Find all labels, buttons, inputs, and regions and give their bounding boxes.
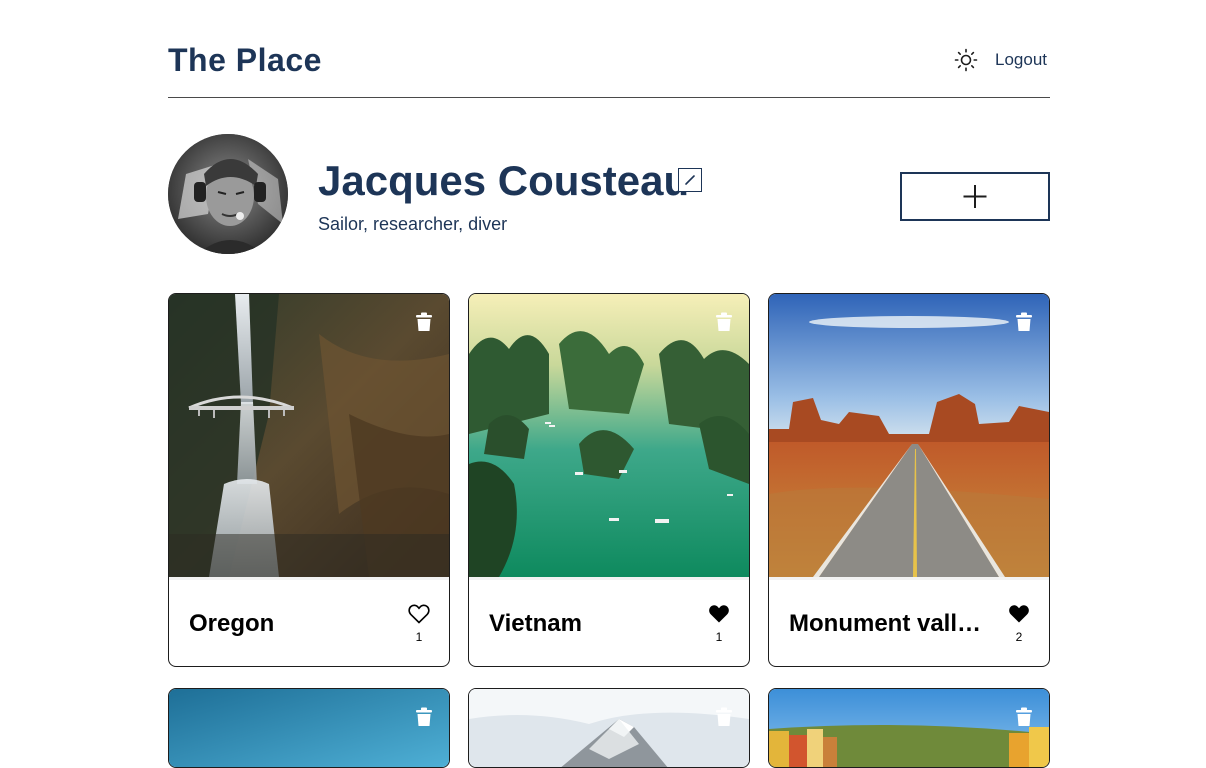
trash-icon[interactable] (415, 707, 433, 727)
pencil-icon (685, 175, 695, 185)
place-image[interactable] (169, 689, 449, 768)
place-image[interactable] (769, 689, 1049, 768)
heart-outline-icon[interactable] (408, 604, 430, 624)
like-count: 1 (415, 630, 423, 644)
sun-icon (954, 48, 978, 72)
like-count: 2 (1015, 630, 1023, 644)
header: The Place Logout (168, 0, 1050, 98)
logo[interactable]: The Place (168, 40, 322, 80)
card-footer: Monument valley, Utah 2 (769, 577, 1049, 666)
place-image[interactable] (769, 294, 1049, 577)
trash-icon[interactable] (415, 312, 433, 332)
trash-icon[interactable] (1015, 312, 1033, 332)
place-card (168, 688, 450, 768)
logout-link[interactable]: Logout (995, 49, 1047, 71)
trash-icon[interactable] (715, 312, 733, 332)
profile-name: Jacques Cousteau (318, 157, 690, 204)
place-image[interactable] (169, 294, 449, 577)
profile-section: Jacques Cousteau Sailor, researcher, div… (168, 98, 1050, 294)
like-count: 1 (715, 630, 723, 644)
place-card: Oregon 1 (168, 293, 450, 667)
page: The Place Logout Jacques Cousteau Sailor… (168, 0, 1050, 768)
edit-profile-button[interactable] (678, 168, 702, 192)
place-card: Vietnam 1 (468, 293, 750, 667)
theme-toggle-button[interactable] (954, 48, 978, 72)
avatar[interactable] (168, 134, 288, 254)
heart-filled-icon[interactable] (1008, 604, 1030, 624)
place-title: Vietnam (489, 610, 582, 637)
trash-icon[interactable] (715, 707, 733, 727)
place-card: Monument valley, Utah 2 (768, 293, 1050, 667)
place-card (768, 688, 1050, 768)
place-image[interactable] (469, 689, 749, 768)
profile-about: Sailor, researcher, diver (318, 214, 508, 234)
heart-filled-icon[interactable] (708, 604, 730, 624)
plus-icon (963, 185, 987, 208)
trash-icon[interactable] (1015, 707, 1033, 727)
avatar-image (168, 134, 288, 254)
place-title: Monument valley, Utah (789, 610, 989, 637)
place-card (468, 688, 750, 768)
card-footer: Oregon 1 (169, 577, 449, 666)
place-title: Oregon (189, 610, 275, 637)
place-image[interactable] (469, 294, 749, 577)
card-footer: Vietnam 1 (469, 577, 749, 666)
add-place-button[interactable] (900, 172, 1050, 221)
